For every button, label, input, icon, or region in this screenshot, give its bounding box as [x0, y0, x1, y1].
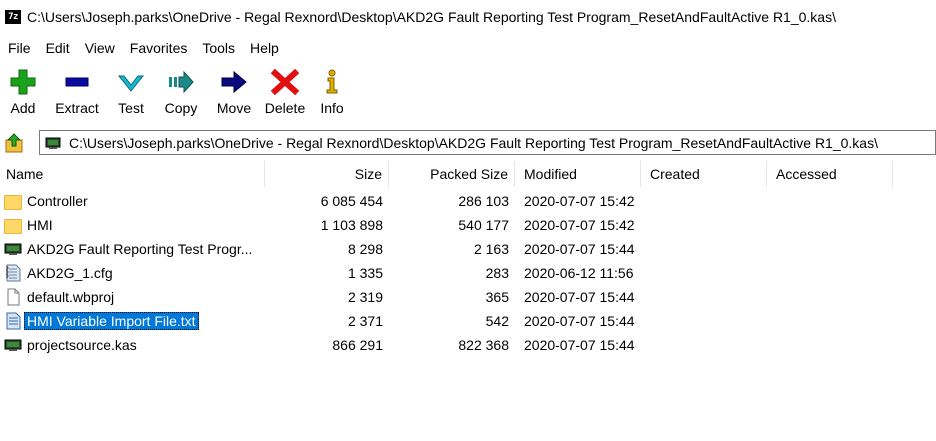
table-row[interactable]: HMI Variable Import File.txt 2 371 542 2… — [0, 309, 936, 333]
kas-file-icon — [4, 339, 22, 351]
table-row[interactable]: AKD2G Fault Reporting Test Progr... 8 29… — [0, 237, 936, 261]
info-icon — [326, 69, 338, 94]
file-name: HMI — [27, 217, 53, 233]
file-name: projectsource.kas — [27, 337, 137, 353]
kas-file-icon — [4, 243, 22, 255]
cfg-file-icon — [5, 264, 21, 282]
file-size: 866 291 — [332, 337, 383, 353]
delete-label: Delete — [264, 100, 306, 116]
kas-file-icon — [45, 137, 61, 149]
folder-icon — [4, 218, 22, 234]
plus-icon — [10, 69, 36, 95]
menu-view[interactable]: View — [77, 40, 122, 56]
file-modified: 2020-07-07 15:42 — [524, 217, 635, 233]
copy-button[interactable]: Copy — [154, 62, 208, 122]
add-button[interactable]: Add — [0, 62, 46, 122]
address-path: C:\Users\Joseph.parks\OneDrive - Regal R… — [69, 134, 878, 151]
file-size: 2 319 — [347, 289, 383, 305]
test-button[interactable]: Test — [108, 62, 154, 122]
file-modified: 2020-07-07 15:42 — [524, 193, 635, 209]
file-modified: 2020-07-07 15:44 — [524, 313, 635, 329]
address-field[interactable]: C:\Users\Joseph.parks\OneDrive - Regal R… — [39, 130, 936, 155]
file-packed-size: 283 — [485, 265, 509, 281]
test-label: Test — [118, 100, 144, 116]
file-packed-size: 365 — [485, 289, 509, 305]
window-title: C:\Users\Joseph.parks\OneDrive - Regal R… — [27, 9, 836, 25]
file-packed-size: 2 163 — [473, 241, 509, 257]
file-name: AKD2G Fault Reporting Test Progr... — [27, 241, 253, 257]
title-bar: 7z C:\Users\Joseph.parks\OneDrive - Rega… — [0, 0, 936, 34]
table-row[interactable]: default.wbproj 2 319 365 2020-07-07 15:4… — [0, 285, 936, 309]
info-button[interactable]: Info — [310, 62, 354, 122]
column-accessed[interactable]: Accessed — [767, 161, 893, 187]
table-row[interactable]: HMI 1 103 898 540 177 2020-07-07 15:42 — [0, 213, 936, 237]
text-file-icon — [6, 312, 21, 330]
add-label: Add — [10, 100, 36, 116]
column-name[interactable]: Name — [0, 161, 265, 187]
toolbar: Add Extract Test Copy Move Delete Info — [0, 62, 354, 122]
move-label: Move — [216, 100, 252, 116]
menu-file[interactable]: File — [0, 40, 38, 56]
copy-label: Copy — [164, 100, 198, 116]
file-list: Controller 6 085 454 286 103 2020-07-07 … — [0, 189, 936, 357]
menu-edit[interactable]: Edit — [38, 40, 77, 56]
menu-help[interactable]: Help — [242, 40, 286, 56]
file-name: Controller — [27, 193, 88, 209]
file-size: 1 335 — [347, 265, 383, 281]
folder-icon — [4, 194, 22, 210]
column-modified[interactable]: Modified — [515, 161, 641, 187]
extract-label: Extract — [55, 100, 99, 116]
check-icon — [117, 75, 145, 92]
move-arrow-icon — [221, 70, 247, 94]
delete-button[interactable]: Delete — [260, 62, 310, 122]
file-size: 8 298 — [347, 241, 383, 257]
file-packed-size: 542 — [485, 313, 509, 329]
file-modified: 2020-06-12 11:56 — [524, 265, 634, 281]
delete-x-icon — [270, 68, 300, 96]
address-bar: C:\Users\Joseph.parks\OneDrive - Regal R… — [0, 129, 936, 157]
info-label: Info — [320, 100, 344, 116]
file-packed-size: 540 177 — [458, 217, 509, 233]
up-folder-icon[interactable] — [4, 132, 26, 154]
file-size: 6 085 454 — [320, 193, 383, 209]
file-modified: 2020-07-07 15:44 — [524, 241, 635, 257]
file-packed-size: 286 103 — [458, 193, 509, 209]
file-size: 2 371 — [347, 313, 383, 329]
table-row[interactable]: Controller 6 085 454 286 103 2020-07-07 … — [0, 189, 936, 213]
column-header: Name Size Packed Size Modified Created A… — [0, 161, 936, 187]
app-7zip-icon: 7z — [5, 10, 21, 24]
file-name: default.wbproj — [27, 289, 115, 305]
column-packed-size[interactable]: Packed Size — [389, 161, 515, 187]
file-name: AKD2G_1.cfg — [27, 265, 113, 281]
file-modified: 2020-07-07 15:44 — [524, 289, 635, 305]
file-name: HMI Variable Import File.txt — [24, 312, 199, 330]
column-size[interactable]: Size — [265, 161, 389, 187]
file-packed-size: 822 368 — [458, 337, 509, 353]
minus-icon — [65, 77, 89, 87]
file-size: 1 103 898 — [320, 217, 383, 233]
menu-favorites[interactable]: Favorites — [122, 40, 195, 56]
table-row[interactable]: AKD2G_1.cfg 1 335 283 2020-06-12 11:56 — [0, 261, 936, 285]
extract-button[interactable]: Extract — [46, 62, 108, 122]
menu-bar: File Edit View Favorites Tools Help — [0, 37, 286, 59]
menu-tools[interactable]: Tools — [194, 40, 242, 56]
copy-arrow-icon — [169, 70, 194, 94]
move-button[interactable]: Move — [208, 62, 260, 122]
blank-file-icon — [7, 288, 20, 306]
column-created[interactable]: Created — [641, 161, 767, 187]
file-modified: 2020-07-07 15:44 — [524, 337, 635, 353]
table-row[interactable]: projectsource.kas 866 291 822 368 2020-0… — [0, 333, 936, 357]
